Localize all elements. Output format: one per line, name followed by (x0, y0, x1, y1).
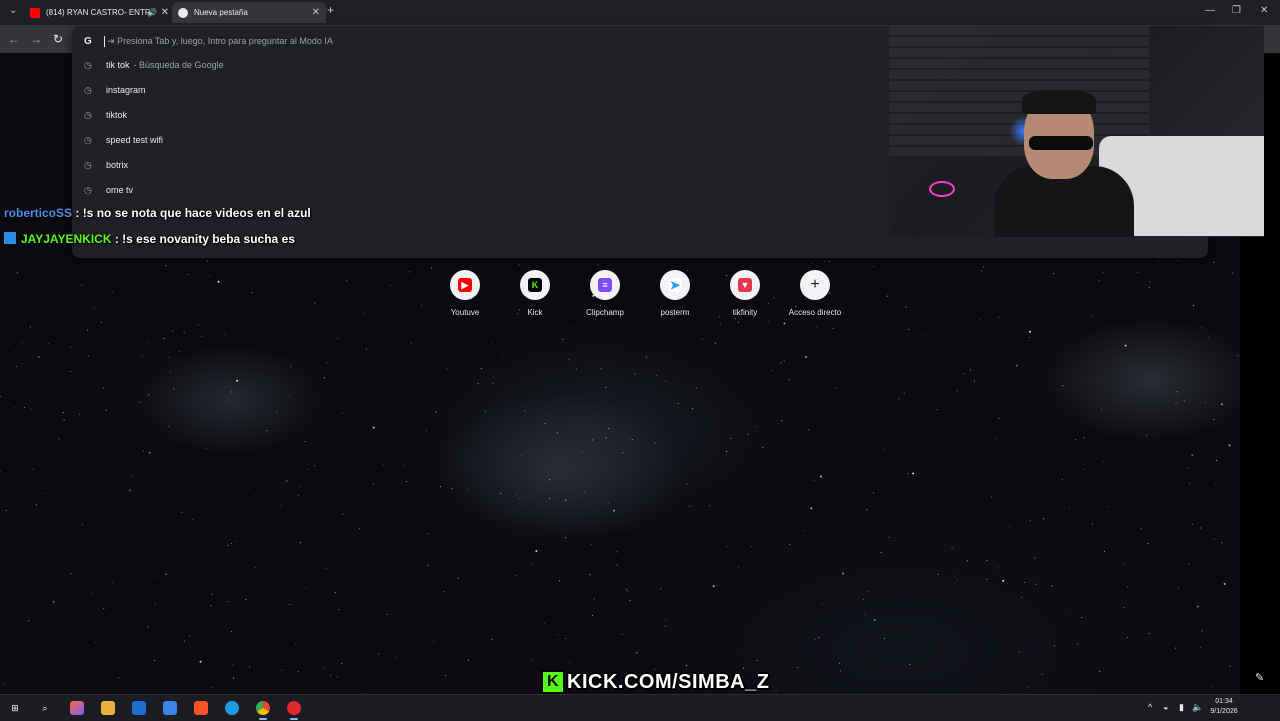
sunglasses (1029, 136, 1093, 150)
watermark-text: KICK.COM/SIMBA_Z (567, 670, 770, 693)
tab-title: (814) RYAN CASTRO- ENTR (46, 8, 151, 17)
tab-search-icon[interactable]: ⌄ (9, 5, 17, 16)
google-icon: G (84, 35, 92, 47)
omnibox-placeholder: Presiona Tab y, luego, Intro para pregun… (117, 36, 333, 46)
chat-badge-icon (4, 232, 16, 244)
shortcut-youtube[interactable]: ▶ Youtuve (430, 270, 500, 317)
text-caret (104, 35, 105, 47)
shortcut-add[interactable]: + Acceso directo (780, 270, 850, 317)
suggestion-item[interactable]: ◷ botrix (84, 156, 128, 174)
network-icon[interactable]: ◒ (1163, 702, 1168, 712)
clock-date: 9/1/2026 (1210, 708, 1238, 715)
edge-icon[interactable] (225, 701, 239, 715)
chrome-icon (178, 7, 188, 18)
kick-logo-icon: K (541, 670, 565, 694)
chat-username: JAYJAYENKICK (21, 232, 112, 246)
history-icon: ◷ (84, 184, 92, 195)
tab-key-icon: ⇥ (107, 35, 115, 46)
clock-time: 01:34 (1215, 698, 1233, 705)
system-clock[interactable]: 01:34 9/1/2026 (1206, 697, 1242, 717)
tab-title: Nueva pestaña (194, 8, 248, 17)
battery-icon[interactable]: ▮ (1179, 702, 1184, 713)
youtube-icon (30, 7, 40, 18)
shortcut-tikfinity[interactable]: ▼ tikfinity (710, 270, 780, 317)
windows-taskbar: ⊞ ⌕ ^ ◒ ▮ 🔈 01:34 9/1/2026 (0, 694, 1280, 721)
back-icon[interactable]: ← (8, 32, 20, 46)
tab-strip: ⌄ (814) RYAN CASTRO- ENTR 🔊 ✕ Nueva pest… (0, 0, 1280, 25)
windows-start-icon[interactable]: ⊞ (8, 701, 22, 715)
posterm-icon: ➤ (668, 278, 682, 292)
history-icon: ◷ (84, 159, 92, 170)
shortcut-label: Kick (527, 308, 543, 317)
forward-icon[interactable]: → (30, 32, 42, 46)
app-icon[interactable] (163, 701, 177, 715)
shortcut-kick[interactable]: K Kick (500, 270, 570, 317)
pink-ring-light (929, 181, 955, 197)
chat-text: : !s ese novanity beba sucha es (114, 232, 295, 246)
suggestion-desc: - Búsqueda de Google (133, 60, 224, 70)
suggestion-item[interactable]: ◷ tiktok (84, 106, 127, 124)
kick-watermark: K KICK.COM/SIMBA_Z (537, 670, 773, 694)
customize-pencil-icon[interactable]: ✎ (1255, 671, 1264, 684)
close-tab-icon[interactable]: ✕ (161, 7, 169, 18)
shortcut-tile: + (800, 270, 830, 300)
history-icon: ◷ (84, 109, 92, 120)
suggestion-item[interactable]: ◷ instagram (84, 81, 146, 99)
suggestion-text: tik tok (106, 60, 130, 70)
shortcut-label: Acceso directo (788, 308, 842, 317)
search-icon[interactable]: ⌕ (38, 701, 52, 715)
chat-text: : !s no se nota que hace videos en el az… (75, 206, 311, 220)
tab-new-tab[interactable]: Nueva pestaña ✕ (172, 2, 326, 23)
suggestion-item[interactable]: ◷ ome tv (84, 181, 133, 199)
shortcut-tile: ≡ (590, 270, 620, 300)
brave-icon[interactable] (194, 701, 208, 715)
speaker-icon[interactable]: 🔊 (147, 8, 157, 17)
close-tab-icon[interactable]: ✕ (312, 7, 320, 18)
suggestion-text: speed test wifi (106, 135, 164, 145)
kick-icon: K (528, 278, 542, 292)
chat-message: JAYJAYENKICK : !s ese novanity beba such… (4, 232, 295, 246)
tray-chevron-icon[interactable]: ^ (1148, 702, 1152, 712)
suggestion-item[interactable]: ◷ speed test wifi (84, 131, 163, 149)
shortcut-tile: ▶ (450, 270, 480, 300)
shortcut-label: tikfinity (732, 308, 758, 317)
new-tab-plus-icon[interactable]: + (327, 3, 334, 17)
volume-icon[interactable]: 🔈 (1192, 702, 1203, 713)
shortcut-tile: ▼ (730, 270, 760, 300)
close-window-icon[interactable]: ✕ (1260, 5, 1268, 16)
history-icon: ◷ (84, 59, 92, 70)
minimize-icon[interactable]: — (1205, 5, 1215, 16)
store-icon[interactable] (132, 701, 146, 715)
maximize-icon[interactable]: ❐ (1232, 5, 1241, 16)
suggestion-text: tiktok (106, 110, 128, 120)
clipchamp-icon: ≡ (598, 278, 612, 292)
shortcut-label: Clipchamp (586, 308, 624, 317)
chat-username: roberticoSS (4, 206, 73, 220)
obs-icon[interactable] (287, 701, 301, 720)
shortcut-label: posterm (660, 308, 690, 317)
chat-message: roberticoSS : !s no se nota que hace vid… (4, 206, 311, 220)
shortcut-tile: K (520, 270, 550, 300)
suggestion-text: botrix (106, 160, 129, 170)
shortcut-clipchamp[interactable]: ≡ Clipchamp (570, 270, 640, 317)
omnibox-input[interactable]: G ⇥ Presiona Tab y, luego, Intro para pr… (84, 32, 333, 50)
shortcut-posterm[interactable]: ➤ posterm (640, 270, 710, 317)
history-icon: ◷ (84, 134, 92, 145)
shortcut-label: Youtuve (450, 308, 480, 317)
chrome-icon[interactable] (256, 701, 270, 720)
webcam-overlay (889, 26, 1264, 237)
copilot-icon[interactable] (70, 701, 84, 715)
streamer-hair (1022, 90, 1096, 114)
suggestion-text: ome tv (106, 185, 134, 195)
plus-icon: + (810, 276, 820, 293)
tikfinity-icon: ▼ (738, 278, 752, 292)
shortcut-tile: ➤ (660, 270, 690, 300)
reload-icon[interactable]: ↻ (53, 32, 63, 46)
suggestion-text: instagram (106, 85, 146, 95)
tab-youtube[interactable]: (814) RYAN CASTRO- ENTR 🔊 ✕ (24, 2, 175, 23)
file-explorer-icon[interactable] (101, 701, 115, 715)
youtube-icon: ▶ (458, 278, 472, 292)
suggestion-item[interactable]: ◷ tik tok - Búsqueda de Google (84, 56, 224, 74)
history-icon: ◷ (84, 84, 92, 95)
